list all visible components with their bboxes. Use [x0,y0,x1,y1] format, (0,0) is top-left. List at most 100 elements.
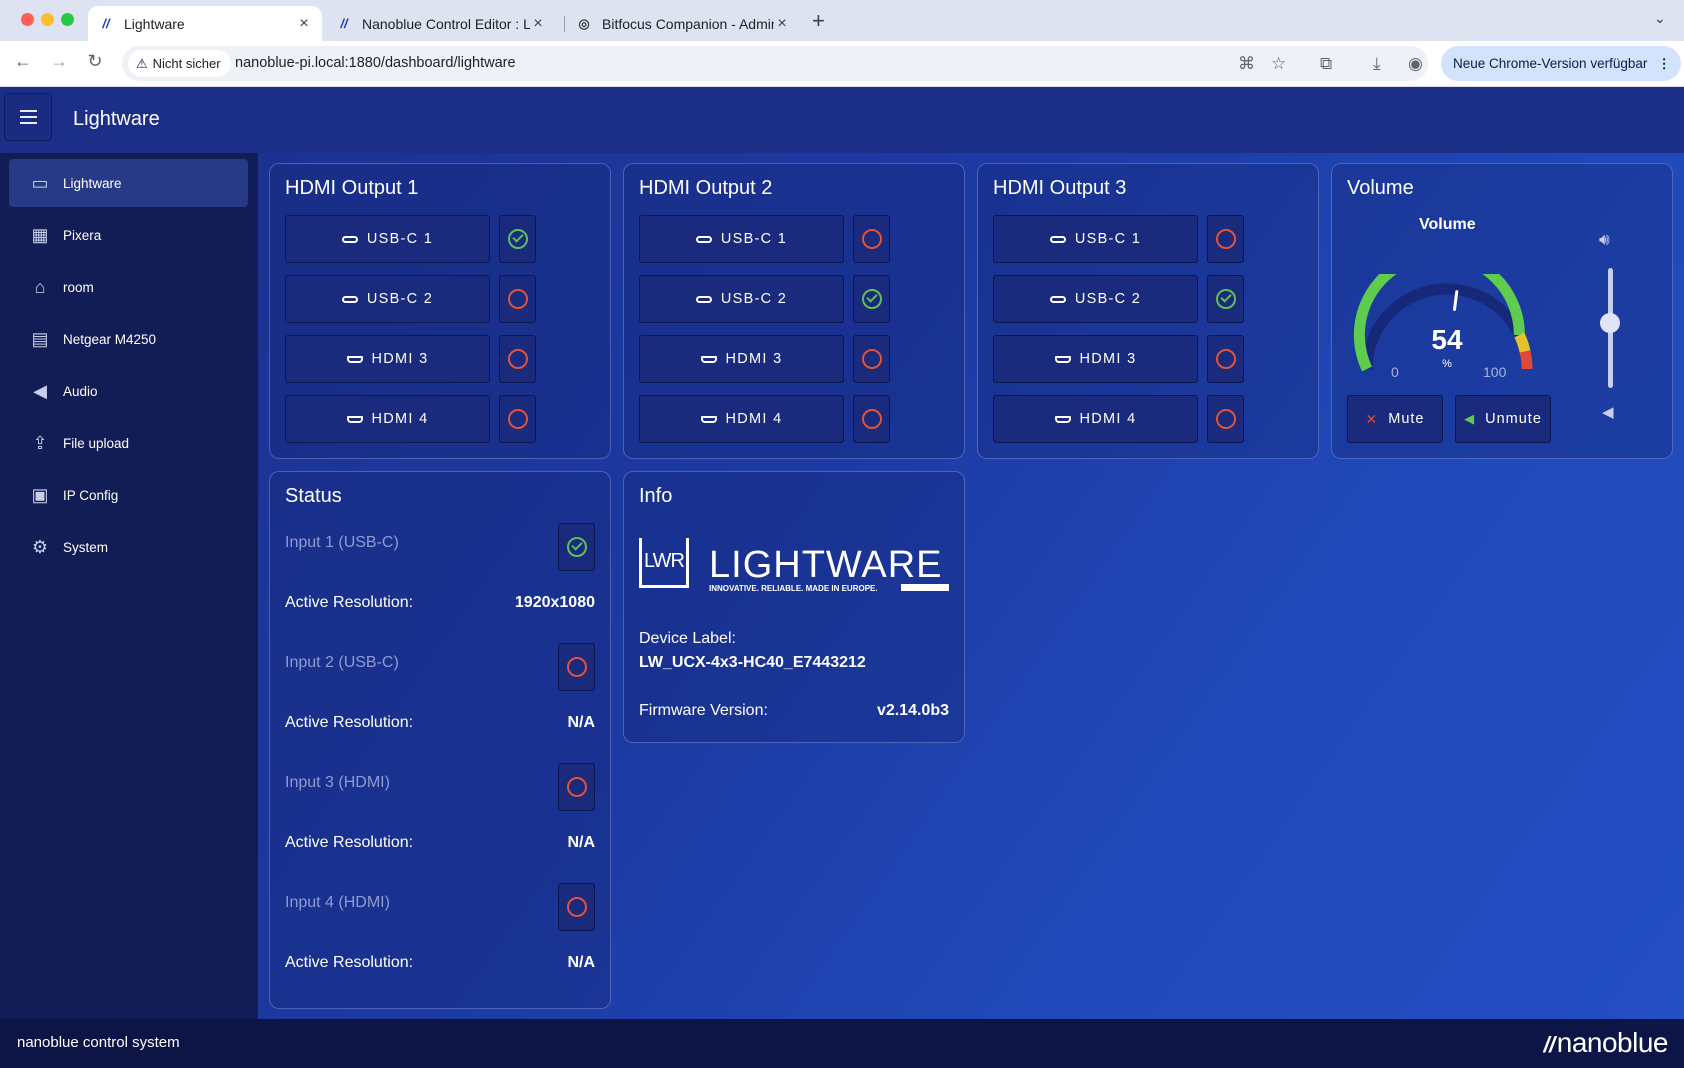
logo-bar [901,584,949,591]
source-button-hdmi-3[interactable]: HDMI 3 [639,335,844,383]
input-status-indicator [558,523,595,571]
nanoblue-icon: // [340,16,348,31]
hdmi-output-2-card: HDMI Output 2 USB-C 1 USB-C 2 HDMI 3 HDM… [623,163,965,459]
sidebar-item-ip-config[interactable]: ▣ IP Config [9,471,248,519]
empty-circle-icon [861,349,882,369]
input-label: Input 1 (USB-C) [285,534,399,551]
download-icon[interactable]: ⤓ [1373,54,1381,74]
volume-value: 54 [1431,324,1463,355]
update-label: Neue Chrome-Version verfügbar [1453,56,1648,71]
check-circle-icon [566,537,587,557]
network-switch-icon: ▤ [31,328,49,349]
logo-badge: LWR [639,538,689,588]
input-label: Input 4 (HDMI) [285,894,390,911]
source-indicator [1207,275,1244,323]
tab-search-chevron-icon[interactable]: ⌄ [1654,10,1666,27]
url-text[interactable]: nanoblue-pi.local:1880/dashboard/lightwa… [235,55,516,71]
source-button-usbc-1[interactable]: USB-C 1 [993,215,1198,263]
check-circle-icon [507,229,528,249]
unmute-button[interactable]: ◀ Unmute [1455,395,1551,443]
back-icon[interactable]: ← [11,51,35,72]
address-bar[interactable]: ⚠ Nicht sicher nanoblue-pi.local:1880/da… [122,46,1428,81]
footer-text: nanoblue control system [17,1034,180,1051]
browser-tab-lightware[interactable]: // Lightware × [88,6,322,41]
sidebar-item-file-upload[interactable]: ⇪ File upload [9,419,248,467]
browser-tab-control-editor[interactable]: // Nanoblue Control Editor : Lightware × [326,6,556,41]
resolution-value: 1920x1080 [514,594,595,611]
maximize-window-icon[interactable] [61,13,74,26]
extensions-icon[interactable]: ⧉ [1320,54,1332,74]
close-tab-icon[interactable]: × [296,15,312,33]
empty-circle-icon [1215,409,1236,429]
usbc-port-icon [1049,295,1066,303]
source-label: USB-C 2 [1074,291,1142,307]
info-card: Info LWR LIGHTWARE INNOVATIVE. RELIABLE.… [623,471,965,743]
bookmark-star-icon[interactable]: ☆ [1271,54,1286,74]
card-title: HDMI Output 3 [993,177,1127,199]
device-label-caption: Device Label: [639,630,736,647]
card-title: HDMI Output 1 [285,177,419,199]
hdmi-port-icon [346,415,363,423]
source-button-usbc-1[interactable]: USB-C 1 [285,215,490,263]
source-indicator [853,215,890,263]
sidebar-item-label: System [63,539,109,555]
mute-label: Mute [1388,411,1425,427]
empty-circle-icon [507,409,528,429]
source-button-usbc-2[interactable]: USB-C 2 [285,275,490,323]
volume-slider-thumb[interactable] [1600,313,1620,334]
source-button-hdmi-3[interactable]: HDMI 3 [285,335,490,383]
dashboard: Lightware ▭ Lightware ▦ Pixera ⌂ room ▤ … [0,87,1684,1068]
source-button-hdmi-4[interactable]: HDMI 4 [639,395,844,443]
media-server-icon: ▦ [31,224,49,245]
lightware-logo: LWR LIGHTWARE INNOVATIVE. RELIABLE. MADE… [639,538,949,596]
source-label: HDMI 3 [1079,351,1137,367]
reload-icon[interactable]: ↻ [83,51,107,72]
sidebar-item-audio[interactable]: ◀ Audio [9,367,248,415]
source-indicator [499,275,536,323]
usbc-port-icon [341,295,358,303]
speaker-on-icon: ◀ [1464,411,1476,426]
resolution-label: Active Resolution: [285,834,414,851]
mute-button[interactable]: ✕ Mute [1347,395,1443,443]
sidebar-item-netgear[interactable]: ▤ Netgear M4250 [9,315,248,363]
source-button-hdmi-4[interactable]: HDMI 4 [993,395,1198,443]
gauge-min-label: 0 [1391,364,1399,380]
source-button-usbc-2[interactable]: USB-C 2 [993,275,1198,323]
forward-icon[interactable]: → [47,51,71,72]
logo-wordmark: LIGHTWARE [709,544,943,586]
source-button-hdmi-4[interactable]: HDMI 4 [285,395,490,443]
security-chip[interactable]: ⚠ Nicht sicher [128,50,231,77]
close-window-icon[interactable] [21,13,34,26]
sidebar-item-room[interactable]: ⌂ room [9,263,248,311]
source-indicator [499,395,536,443]
source-button-usbc-1[interactable]: USB-C 1 [639,215,844,263]
browser-tab-companion[interactable]: ◎ Bitfocus Companion - Admin × [566,6,800,41]
menu-hamburger-icon[interactable] [4,93,52,141]
gauge-fill-red [1519,350,1533,370]
gauge-fill-yellow [1514,332,1531,353]
check-circle-icon [861,289,882,309]
source-label: HDMI 4 [371,411,429,427]
sidebar-item-lightware[interactable]: ▭ Lightware [9,159,248,207]
source-label: USB-C 1 [1074,231,1142,247]
source-button-hdmi-3[interactable]: HDMI 3 [993,335,1198,383]
profile-icon[interactable]: ◉ [1408,54,1423,74]
new-tab-icon[interactable]: + [812,8,825,34]
firmware-caption: Firmware Version: [639,702,768,719]
sidebar-item-pixera[interactable]: ▦ Pixera [9,211,248,259]
close-tab-icon[interactable]: × [774,15,790,33]
sidebar-item-system[interactable]: ⚙ System [9,523,248,571]
source-indicator [1207,395,1244,443]
input-status-indicator [558,883,595,931]
nanoblue-icon: // [102,16,110,31]
source-button-usbc-2[interactable]: USB-C 2 [639,275,844,323]
hdmi-port-icon [1054,415,1071,423]
source-label: HDMI 4 [725,411,783,427]
translate-icon[interactable]: ⌘ [1238,54,1255,74]
footer-brand: nanoblue [1556,1027,1669,1058]
close-tab-icon[interactable]: × [530,15,546,33]
chrome-update-button[interactable]: Neue Chrome-Version verfügbar ⋮ [1441,46,1681,81]
warning-icon: ⚠ [136,55,148,71]
minimize-window-icon[interactable] [41,13,54,26]
resolution-label: Active Resolution: [285,594,414,611]
